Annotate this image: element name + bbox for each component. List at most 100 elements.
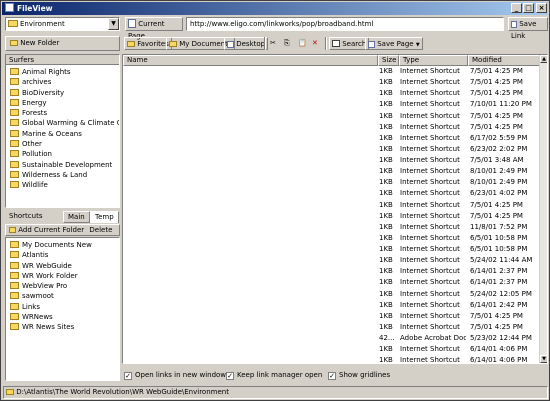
maximize-button[interactable]: □	[523, 3, 534, 13]
file-row[interactable]: friends of the earth international1KBInt…	[123, 255, 541, 266]
add-current-folder-bar: Add Current Folder Delete	[5, 224, 120, 236]
desktop-button[interactable]: Desktop	[224, 37, 269, 50]
save-page-button[interactable]: Save Page ▼	[365, 37, 423, 50]
file-row[interactable]: Earthday 20001KBInternet Shortcut7/5/01 …	[123, 155, 541, 166]
tab-shortcuts[interactable]: Shortcuts	[5, 211, 46, 223]
file-row[interactable]: Greenpeace DIGITAL1KBInternet Shortcut7/…	[123, 322, 541, 333]
file-row[interactable]: Climate Change Initiative - IUCN World C…	[123, 99, 541, 110]
shortcut-item[interactable]: WR WebGuide	[6, 261, 119, 271]
file-row[interactable]: Earth Summit 2002 - Greenpeace1KBInterne…	[123, 133, 541, 144]
cut-icon[interactable]: ✂	[268, 37, 280, 50]
close-button[interactable]: ×	[536, 3, 547, 13]
show-gridlines-checkbox[interactable]: ✓ Show gridlines	[328, 370, 390, 380]
url-field[interactable]: http://www.eligo.com/linkworks/pop/broad…	[186, 17, 504, 31]
open-new-window-checkbox[interactable]: ✓ Open links in new window	[124, 370, 226, 380]
file-size: 1KB	[379, 267, 393, 276]
shortcut-item[interactable]: WR News Sites	[6, 322, 119, 332]
location-combo[interactable]: Environment ▼	[5, 17, 120, 31]
file-row[interactable]: Almanac of Policy Issues Environment1KBI…	[123, 77, 541, 88]
file-row[interactable]: Alternatives Journal Home Page1KBInterne…	[123, 88, 541, 99]
checkbox-box[interactable]: ✓	[226, 372, 234, 380]
tab-temp[interactable]: Temp	[90, 211, 119, 223]
tree-item[interactable]: Other	[6, 139, 119, 149]
file-type: Internet Shortcut	[400, 211, 460, 220]
file-modified: 8/10/01 2:49 PM	[470, 178, 528, 187]
tree-item[interactable]: BioDiversity	[6, 88, 119, 98]
tree-item[interactable]: Animal Rights	[6, 67, 119, 77]
file-row[interactable]: Earth First Journal1KBInternet Shortcut7…	[123, 122, 541, 133]
paste-icon[interactable]: 📋	[296, 37, 308, 50]
file-row[interactable]: Earth Summit 2002 Johannesburg Summit Ri…	[123, 144, 541, 155]
tree-header[interactable]: Surfers	[6, 55, 119, 65]
search-button[interactable]: Search	[329, 37, 370, 50]
tree-item[interactable]: Sustainable Development	[6, 160, 119, 170]
new-folder-button[interactable]: New Folder	[5, 36, 120, 51]
tree-item[interactable]: Wilderness & Land	[6, 170, 119, 180]
shortcut-item[interactable]: sawmoot	[6, 291, 119, 301]
file-row[interactable]: Conservation International Foundation1KB…	[123, 111, 541, 122]
delete-button[interactable]: Delete	[89, 226, 112, 234]
file-type: Internet Shortcut	[400, 178, 460, 187]
shortcut-item[interactable]: WRNews	[6, 312, 119, 322]
scroll-up-icon[interactable]: ▲	[540, 55, 547, 63]
file-row[interactable]: Foreign Policy In Focus1KBInternet Short…	[123, 211, 541, 222]
tree-item[interactable]: Energy	[6, 98, 119, 108]
file-row[interactable]: Friends of the Earth England, Wales and …	[123, 244, 541, 255]
minimize-button[interactable]: _	[511, 3, 522, 13]
shortcut-item[interactable]: WebView Pro	[6, 281, 119, 291]
tree-item[interactable]: Global Warming & Climate C...	[6, 118, 119, 128]
window-title: FileView	[17, 4, 53, 13]
delete-icon[interactable]: ✕	[310, 37, 322, 50]
file-size: 42...	[379, 334, 395, 342]
tree-item-label: Marine & Oceans	[22, 129, 82, 138]
column-name[interactable]: Name	[123, 55, 378, 66]
file-row[interactable]: GEO-1 Executive Summary Global Overview1…	[123, 266, 541, 277]
vertical-scrollbar[interactable]: ▲ ▼	[539, 55, 547, 363]
shortcut-item[interactable]: WR Work Folder	[6, 271, 119, 281]
favorites-button[interactable]: Favorites	[124, 37, 172, 50]
tree-item[interactable]: Pollution	[6, 149, 119, 159]
file-row[interactable]: Ecological Footprints of Nations1KBInter…	[123, 166, 541, 177]
new-folder-icon	[10, 40, 18, 46]
file-size: 1KB	[379, 278, 393, 287]
file-type: Internet Shortcut	[400, 256, 460, 265]
file-row[interactable]: Eco-Portal -- Environment, Biodiversity,…	[123, 177, 541, 188]
column-modified[interactable]: Modified	[468, 55, 541, 66]
file-row[interactable]: Implementing Agenda 21 - Annan 200242...…	[123, 333, 541, 344]
add-current-folder-button[interactable]: Add Current Folder	[18, 226, 84, 234]
tree-item[interactable]: Marine & Oceans	[6, 129, 119, 139]
current-page-button[interactable]: Current Page	[125, 17, 183, 40]
chevron-down-icon[interactable]: ▼	[108, 18, 119, 30]
file-row[interactable]: GEO-1 Executive Summary1KBInternet Short…	[123, 277, 541, 288]
copy-icon[interactable]: ⎘	[282, 37, 294, 50]
scroll-down-icon[interactable]: ▼	[540, 355, 547, 363]
column-size[interactable]: Size	[378, 55, 399, 66]
file-row[interactable]: Global Environmental Trends1KBInternet S…	[123, 300, 541, 311]
file-row[interactable]: Environment1KBInternet Shortcut6/23/01 4…	[123, 188, 541, 199]
file-row[interactable]: Global Resource Action Center for the En…	[123, 311, 541, 322]
folder-icon	[10, 261, 19, 269]
file-row[interactable]: GEO-3 GLOBAL ENVIRONMENT OUTLOOK1KBInter…	[123, 289, 541, 300]
file-size: 1KB	[379, 322, 393, 331]
file-row[interactable]: IUCN1KBInternet Shortcut6/14/01 4:06 PM	[123, 355, 541, 363]
shortcut-label: WR News Sites	[22, 323, 75, 332]
file-row[interactable]: Agenda 211KBInternet Shortcut7/5/01 4:25…	[123, 66, 541, 77]
save-link-button[interactable]: Save Link	[508, 17, 548, 40]
shortcut-item[interactable]: My Documents New	[6, 240, 119, 250]
shortcut-item[interactable]: Links	[6, 302, 119, 312]
column-type[interactable]: Type	[399, 55, 468, 66]
tree-item-label: Pollution	[22, 150, 52, 159]
shortcut-item[interactable]: Atlantis	[6, 250, 119, 260]
tab-main[interactable]: Main	[63, 211, 90, 223]
tree-item-label: Wildlife	[22, 181, 48, 190]
file-row[interactable]: Friends of the Earth - US1KBInternet Sho…	[123, 233, 541, 244]
file-row[interactable]: Environmental Organization WebDirectory1…	[123, 200, 541, 211]
file-row[interactable]: IUCN - The World Conservation Union1KBIn…	[123, 344, 541, 355]
file-row[interactable]: Friends of the Earth - Global Environmen…	[123, 222, 541, 233]
tree-item[interactable]: archives	[6, 77, 119, 87]
checkbox-box[interactable]: ✓	[124, 372, 132, 380]
tree-item[interactable]: Forests	[6, 108, 119, 118]
keep-manager-open-checkbox[interactable]: ✓ Keep link manager open	[226, 370, 322, 380]
tree-item[interactable]: Wildlife	[6, 180, 119, 190]
checkbox-box[interactable]: ✓	[328, 372, 336, 380]
